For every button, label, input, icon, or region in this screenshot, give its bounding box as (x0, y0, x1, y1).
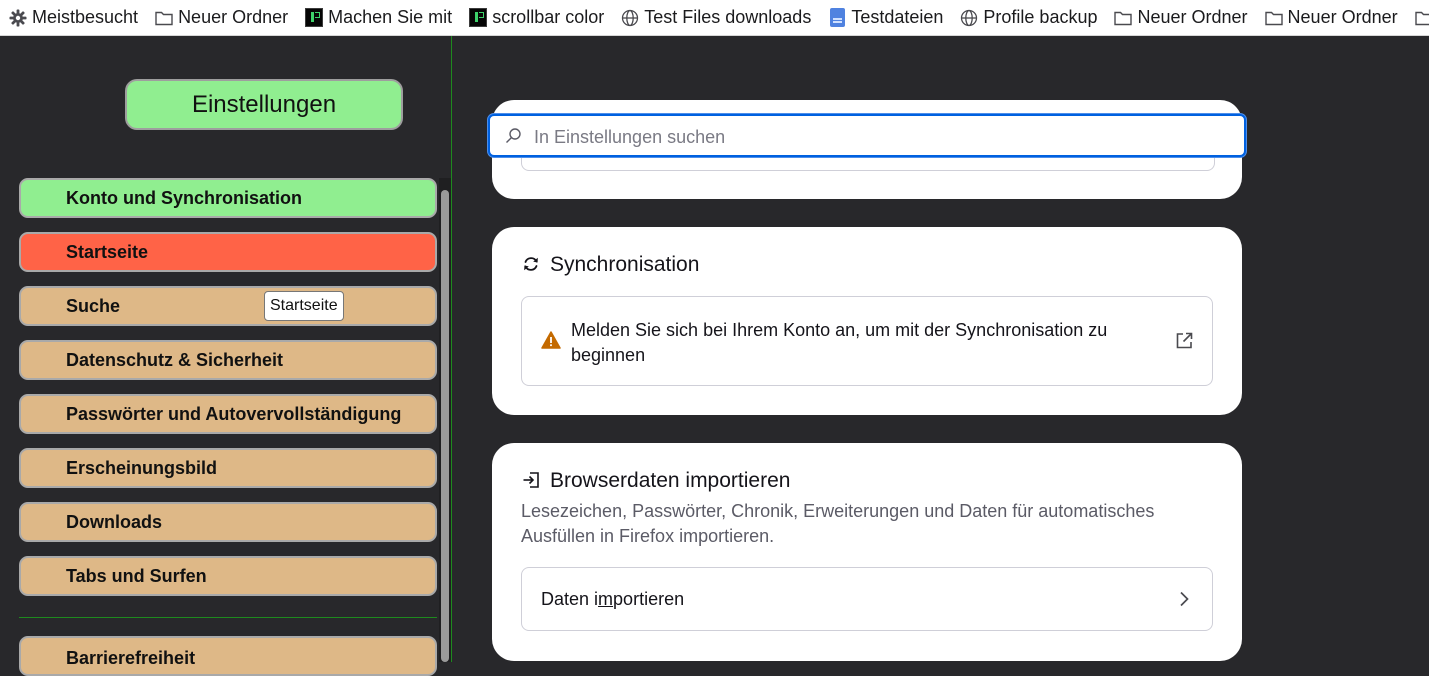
bookmark-testdateien[interactable]: Testdateien (819, 0, 951, 35)
bookmark-folder-neuer-ordner[interactable]: Neuer Ordner (1105, 0, 1255, 35)
sync-signin-message: Melden Sie sich bei Ihrem Konto an, um m… (571, 320, 1108, 365)
sidebar-item-erscheinungsbild[interactable]: Erscheinungsbild (19, 448, 437, 488)
bookmark-label: Profile backup (983, 7, 1098, 27)
globe-icon (621, 9, 639, 27)
sidebar-item-label: Datenschutz & Sicherheit (66, 349, 284, 370)
folder-icon (1114, 9, 1133, 27)
gear-icon (9, 9, 27, 27)
sidebar-item-label: Tabs und Surfen (66, 565, 207, 586)
bookmark-label: Neuer Ordner (1287, 7, 1398, 27)
terminal-icon (469, 8, 488, 27)
bookmark-label: Neuer Ordner (1137, 7, 1248, 27)
bookmark-label: Neuer Ordner (178, 7, 289, 27)
bookmark-folder-neuer-ordner[interactable]: Neuer Ordner (1256, 0, 1406, 35)
sync-card: Synchronisation Melden Sie sich bei Ihre… (492, 227, 1242, 415)
import-description: Lesezeichen, Passwörter, Chronik, Erweit… (521, 501, 1155, 546)
sidebar-item-datenschutz-sicherheit[interactable]: Datenschutz & Sicherheit (19, 340, 437, 380)
bookmark-folder-overflow[interactable] (1406, 0, 1429, 35)
sidebar-item-label: Barrierefreiheit (66, 648, 196, 668)
sidebar-item-passwoerter[interactable]: Passwörter und Autovervollständigung (19, 394, 437, 434)
sidebar-item-label: Suche (66, 295, 121, 316)
sidebar-item-suche[interactable]: Suche (19, 286, 437, 326)
search-input[interactable] (532, 123, 1226, 151)
globe-icon (960, 9, 978, 27)
sidebar-item-tabs-und-surfen[interactable]: Tabs und Surfen (19, 556, 437, 596)
tooltip: Startseite (264, 291, 344, 321)
bookmarks-toolbar: Meistbesucht Neuer Ordner Machen Sie mit… (0, 0, 1429, 36)
sidebar-item-label: Konto und Synchronisation (66, 187, 302, 208)
import-data-label: Daten importieren (541, 589, 685, 609)
bookmark-label: Machen Sie mit (328, 7, 453, 27)
bookmark-meistbesucht[interactable]: Meistbesucht (0, 0, 146, 35)
import-card: Browserdaten importieren Lesezeichen, Pa… (492, 443, 1242, 661)
import-icon (521, 470, 541, 490)
document-icon (828, 8, 846, 27)
sidebar-item-konto-und-synchronisation[interactable]: Konto und Synchronisation (19, 178, 437, 218)
sync-icon (521, 254, 541, 274)
sidebar-item-label: Startseite (66, 241, 149, 262)
import-title: Browserdaten importieren (550, 469, 791, 492)
sidebar-scrollbar-thumb[interactable] (441, 190, 449, 662)
sidebar-item-startseite[interactable]: Startseite (19, 232, 437, 272)
bookmark-label: Meistbesucht (32, 7, 139, 27)
bookmark-label: Testdateien (851, 7, 944, 27)
bookmark-profile-backup[interactable]: Profile backup (951, 0, 1105, 35)
folder-icon (155, 9, 173, 27)
sync-signin-box[interactable]: Melden Sie sich bei Ihrem Konto an, um m… (521, 296, 1213, 386)
bookmark-test-files-downloads[interactable]: Test Files downloads (612, 0, 819, 35)
sidebar-item-label: Downloads (66, 511, 163, 532)
sidebar-item-label: Erscheinungsbild (66, 457, 218, 478)
sidebar-item-label: Passwörter und Autovervollständigung (66, 403, 402, 424)
warning-icon (541, 331, 561, 354)
settings-search[interactable] (488, 114, 1246, 157)
folder-icon (1414, 9, 1429, 27)
bookmark-machen-sie-mit[interactable]: Machen Sie mit (296, 0, 460, 35)
sync-title: Synchronisation (550, 253, 700, 276)
sidebar-item-barrierefreiheit[interactable]: Barrierefreiheit (19, 636, 437, 676)
bookmark-label: scrollbar color (492, 7, 605, 27)
sidebar-divider (19, 617, 437, 618)
sidebar-item-downloads[interactable]: Downloads (19, 502, 437, 542)
import-data-button[interactable]: Daten importieren (521, 567, 1213, 631)
search-icon (505, 127, 522, 149)
chevron-right-icon (1178, 590, 1190, 613)
sidebar-border (451, 36, 452, 662)
terminal-icon (305, 8, 324, 27)
folder-icon (1264, 9, 1283, 27)
external-link-icon[interactable] (1174, 331, 1194, 356)
bookmark-folder-neuer-ordner[interactable]: Neuer Ordner (146, 0, 296, 35)
bookmark-scrollbar-color[interactable]: scrollbar color (460, 0, 612, 35)
page-title: Einstellungen (125, 79, 403, 130)
bookmark-label: Test Files downloads (644, 7, 812, 27)
